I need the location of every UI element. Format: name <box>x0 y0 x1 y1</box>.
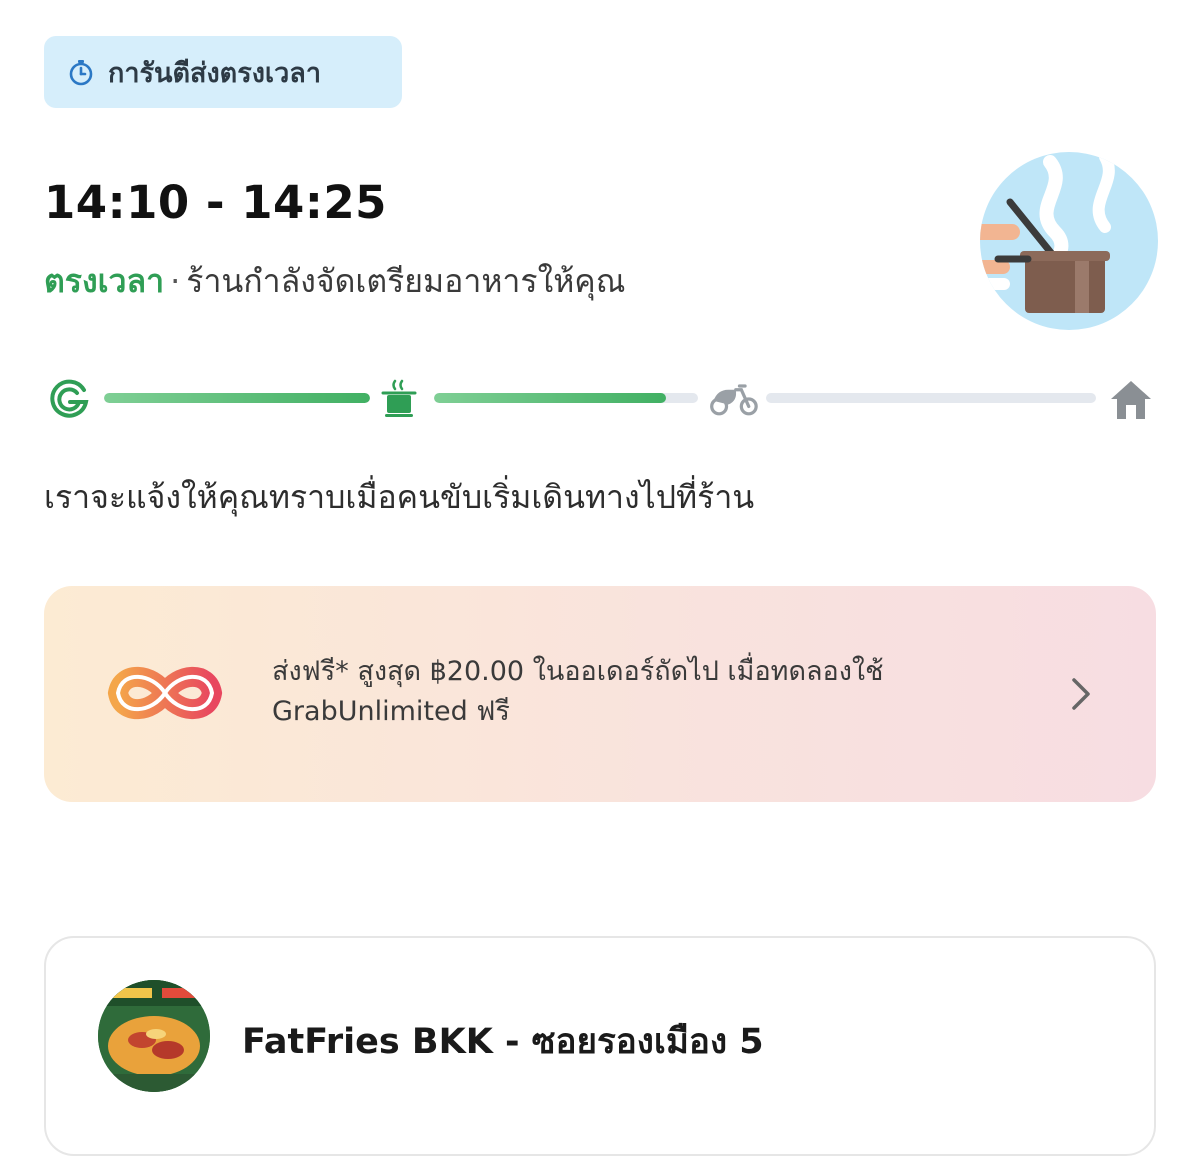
promo-text: ส่งฟรี* สูงสุด ฿20.00 ในออเดอร์ถัดไป เมื… <box>272 656 884 727</box>
grabunlimited-icon <box>104 648 226 738</box>
progress-segment-3 <box>766 393 1096 403</box>
order-status-line: ตรงเวลา · ร้านกำลังจัดเตรียมอาหารให้คุณ <box>44 256 625 307</box>
store-card[interactable]: FatFries BKK - ซอยรองเมือง 5 <box>44 936 1156 1156</box>
order-progress-tracker <box>40 372 1160 424</box>
status-message: ร้านกำลังจัดเตรียมอาหารให้คุณ <box>186 262 626 300</box>
home-icon <box>1106 374 1156 424</box>
grabunlimited-promo-banner[interactable]: ส่งฟรี* สูงสุด ฿20.00 ในออเดอร์ถัดไป เมื… <box>44 586 1156 802</box>
store-name: FatFries BKK - ซอยรองเมือง 5 <box>242 1022 764 1062</box>
driver-notice: เราจะแจ้งให้คุณทราบเมื่อคนขับเริ่มเดินทา… <box>44 478 755 516</box>
status-separator: · <box>170 262 181 300</box>
store-avatar <box>98 980 210 1092</box>
progress-segment-2 <box>434 393 698 403</box>
eta-time-range: 14:10 - 14:25 <box>44 176 387 229</box>
cooking-illustration <box>980 152 1158 330</box>
ontime-status: ตรงเวลา <box>44 262 165 300</box>
chevron-right-icon[interactable] <box>1068 674 1094 714</box>
segment-fill <box>434 393 667 403</box>
ontime-guarantee-badge[interactable]: การันตีส่งตรงเวลา <box>44 36 402 108</box>
grab-logo-icon <box>44 374 94 424</box>
segment-fill <box>104 393 370 403</box>
progress-segment-1 <box>104 393 370 403</box>
stopwatch-icon <box>66 57 96 87</box>
cooking-pot-icon <box>374 374 424 424</box>
badge-label: การันตีส่งตรงเวลา <box>108 57 321 89</box>
motorbike-icon <box>708 374 758 424</box>
